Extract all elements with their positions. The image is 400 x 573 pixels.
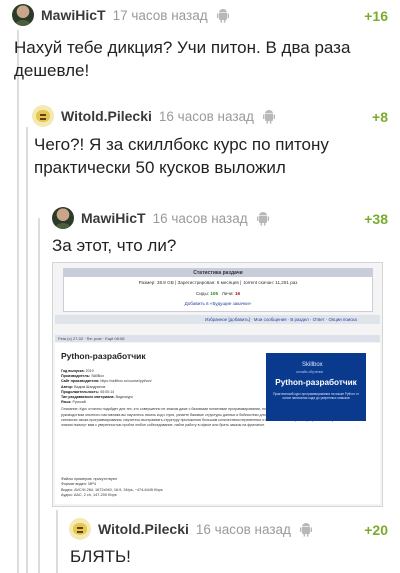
thread-branch-line: [56, 510, 58, 573]
comment-header: MawiHicT 17 часов назад: [12, 3, 230, 27]
comment-rating[interactable]: +20: [364, 522, 388, 538]
leech-value: 16: [234, 291, 241, 296]
thread-branch-line: [38, 218, 40, 573]
android-icon: [216, 9, 229, 23]
forum-toolbar: Избранное [добавить] · Мои сообщения · В…: [55, 315, 380, 324]
comment-text: Чего?! Я за скиллбокс курс по питону пра…: [34, 133, 329, 179]
seeds-leech: Сиды: 105 Личи: 16: [64, 291, 372, 296]
comment-text-line: практически 50 кусков выложил: [34, 158, 286, 177]
comment-author[interactable]: Witold.Pilecki: [61, 108, 152, 124]
post-meta-bar: Feta (с) 27-02 · Re: post · Ещё 08:08: [55, 335, 380, 342]
comment-rating[interactable]: +8: [372, 109, 388, 125]
thread-branch-line: [17, 30, 19, 573]
comment-author[interactable]: MawiHicT: [81, 210, 146, 226]
comment-text: За этот, что ли?: [52, 234, 176, 257]
avatar[interactable]: [69, 518, 91, 540]
add-favorites-link: Добавить в «Будущие закачки»: [184, 301, 252, 306]
comment-time[interactable]: 16 часов назад: [159, 109, 254, 124]
cover-brand-sub: онлайн-обучение: [296, 370, 324, 374]
thread-branch-line: [26, 127, 28, 573]
comment-text-line: За этот, что ли?: [52, 236, 177, 255]
cover-brand: Skillbox: [302, 362, 323, 368]
cover-title: Python-разработчик: [275, 378, 357, 387]
comment-text: БЛЯТЬ!: [70, 545, 131, 568]
android-icon: [299, 523, 312, 537]
comment-text-line: БЛЯТЬ!: [70, 547, 131, 566]
comment-text-line: дешевле!: [14, 61, 90, 80]
spec-line: Аудио: AAC, 2 ch, 147-200 Kbps: [61, 493, 117, 498]
leech-label: Личи:: [221, 291, 234, 296]
android-icon: [256, 212, 269, 226]
detail-line: Язык: Русский: [61, 400, 86, 405]
post-details: Год выпуска: 2019 Производитель: SkillBo…: [61, 369, 356, 428]
file-specs: Файлы примеров: присутствуют Формат виде…: [61, 477, 163, 499]
torrent-stats-box: Статистика раздачи Размер: 38.8 GB | Зар…: [63, 268, 373, 312]
comment-text-line: Нахуй тебе дикция? Учи питон. В два раза: [14, 38, 351, 57]
seeds-value: 105: [210, 291, 219, 296]
comment-text-line: Чего?! Я за скиллбокс курс по питону: [34, 135, 329, 154]
comment-time[interactable]: 17 часов назад: [113, 8, 208, 23]
stats-title: Статистика раздачи: [64, 269, 372, 277]
post-title: Python-разработчик: [61, 351, 146, 361]
comment-time[interactable]: 16 часов назад: [153, 211, 248, 226]
seeds-label: Сиды:: [195, 291, 210, 296]
stats-row: Размер: 38.8 GB | Зарегистрирован: 6 мес…: [138, 280, 298, 285]
attached-image[interactable]: Статистика раздачи Размер: 38.8 GB | Зар…: [52, 262, 383, 507]
comment-header: Witold.Pilecki 16 часов назад: [32, 104, 276, 128]
android-icon: [262, 110, 275, 124]
forum-post: Python-разработчик Год выпуска: 2019 Про…: [55, 343, 380, 504]
comment-header: MawiHicT 16 часов назад: [52, 206, 270, 230]
comment-time[interactable]: 16 часов назад: [196, 522, 291, 537]
avatar[interactable]: [52, 207, 74, 229]
comment-author[interactable]: MawiHicT: [41, 7, 106, 23]
comment-rating[interactable]: +38: [364, 211, 388, 227]
cover-description: Практический курс программирования на яз…: [273, 392, 359, 401]
avatar[interactable]: [32, 105, 54, 127]
comment-text: Нахуй тебе дикция? Учи питон. В два раза…: [14, 36, 350, 82]
comment-author[interactable]: Witold.Pilecki: [98, 521, 189, 537]
comment-rating[interactable]: +16: [364, 8, 388, 24]
avatar[interactable]: [12, 4, 34, 26]
course-cover: Skillbox онлайн-обучение Python-разработ…: [266, 353, 366, 421]
comment-header: Witold.Pilecki 16 часов назад: [69, 517, 313, 541]
